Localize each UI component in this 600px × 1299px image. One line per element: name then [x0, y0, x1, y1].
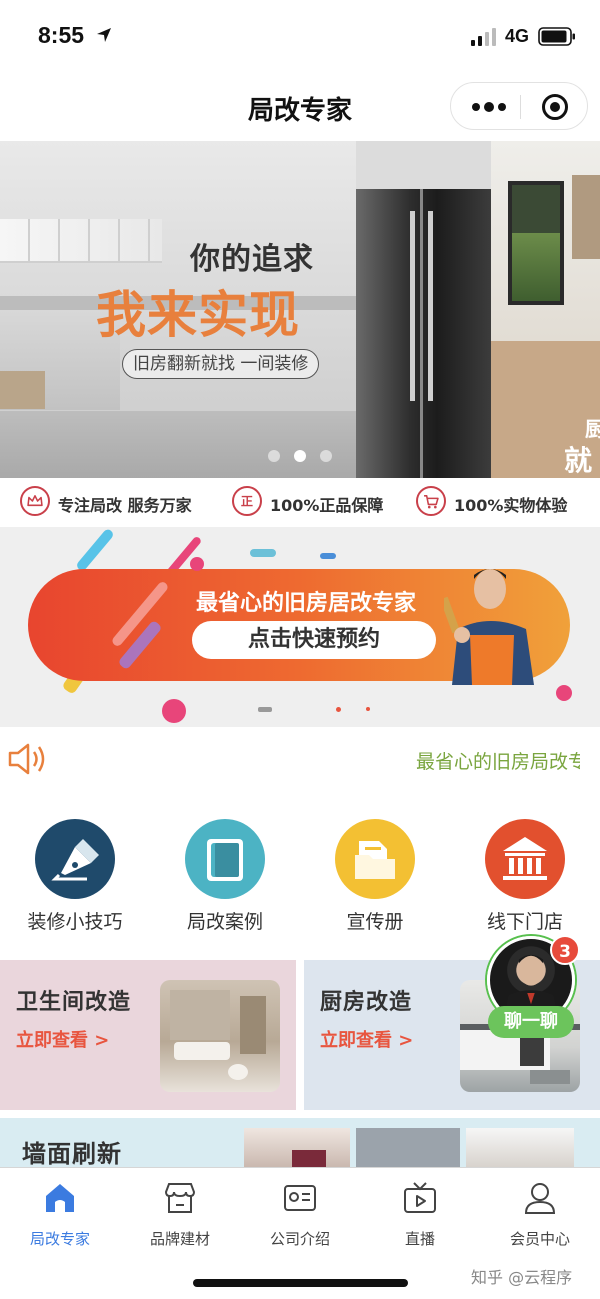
feature-label: 专注局改 服务万家 — [58, 496, 192, 515]
wall-refresh-card[interactable]: 墙面刷新 — [0, 1118, 600, 1168]
feature-item: 正 100%正品保障 — [232, 486, 402, 518]
carousel-indicator[interactable] — [258, 707, 272, 712]
tab-live[interactable]: 直播 — [360, 1178, 480, 1248]
feature-label: 100%实物体验 — [454, 496, 568, 515]
close-target-icon[interactable] — [541, 93, 569, 121]
decor-stripe — [75, 527, 115, 573]
more-icon[interactable] — [469, 97, 509, 117]
next-slide-text: 厨 — [585, 417, 600, 441]
folder-icon — [335, 819, 415, 899]
tab-label: 公司介绍 — [269, 1230, 330, 1248]
window-greenery — [512, 233, 560, 301]
promo-banner[interactable]: 最省心的旧房居改专家 点击快速预约 — [0, 527, 600, 727]
bathroom-photo — [160, 980, 280, 1092]
watermark: 知乎 @云程序 — [471, 1268, 573, 1287]
quick-link-brochure[interactable]: 宣传册 — [300, 819, 450, 939]
wall-photo — [356, 1128, 460, 1168]
cart-icon — [416, 486, 446, 516]
pen-icon — [35, 819, 115, 899]
carousel-indicator[interactable] — [366, 707, 370, 711]
tv-icon — [404, 1182, 436, 1213]
bank-icon — [485, 819, 565, 899]
nav-bar: 局改专家 — [0, 72, 600, 140]
signal-icon — [471, 28, 496, 46]
speaker-icon — [8, 743, 45, 775]
notebook-icon — [185, 819, 265, 899]
carousel-dot-active[interactable] — [294, 450, 306, 462]
fridge-photo — [356, 189, 491, 478]
capsule-divider — [520, 95, 521, 119]
right-cabinet — [572, 175, 600, 259]
bathroom-renovation-card[interactable]: 卫生间改造 立即查看 > — [0, 960, 296, 1110]
fridge-handle — [428, 211, 433, 401]
quick-links: 装修小技巧 局改案例 宣传册 线下门店 — [0, 793, 600, 958]
home-indicator — [193, 1279, 408, 1287]
tab-member[interactable]: 会员中心 — [480, 1178, 600, 1248]
quick-link-label: 宣传册 — [346, 911, 404, 933]
quick-link-label: 装修小技巧 — [27, 911, 123, 933]
quick-link-label: 线下门店 — [486, 911, 563, 933]
location-arrow-icon — [97, 28, 111, 42]
network-type: 4G — [505, 26, 530, 46]
user-icon — [524, 1183, 556, 1214]
crown-icon — [20, 486, 50, 516]
status-time: 8:55 — [38, 22, 85, 48]
decor-bubble — [190, 557, 204, 571]
tab-label: 局改专家 — [29, 1230, 90, 1248]
decor-stripe — [320, 553, 336, 559]
floor — [0, 411, 356, 478]
promo-title: 最省心的旧房居改专家 — [196, 591, 417, 616]
carousel-dot[interactable] — [320, 450, 332, 462]
status-bar: 8:55 4G — [0, 0, 600, 72]
hero-banner[interactable]: 你的追求 我来实现 旧房翻新就找 一间装修 厨 就 — [0, 141, 600, 478]
view-now-link[interactable]: 立即查看 > — [16, 1026, 109, 1052]
quick-link-cases[interactable]: 局改案例 — [150, 819, 300, 939]
home-icon — [46, 1184, 74, 1212]
mini-program-capsule — [450, 82, 588, 130]
card-title: 卫生间改造 — [16, 990, 132, 1015]
hero-title-line2: 我来实现 — [96, 285, 300, 344]
id-card-icon — [284, 1185, 316, 1211]
store-icon — [164, 1183, 196, 1213]
next-slide-text: 就 — [564, 444, 593, 477]
feature-label: 100%正品保障 — [270, 496, 384, 515]
wall-photo — [244, 1128, 350, 1168]
battery-icon — [538, 27, 575, 46]
tab-home[interactable]: 局改专家 — [0, 1178, 120, 1248]
wood-cabinet — [0, 371, 45, 409]
announcement-bar[interactable]: 最省心的旧房局改专家 — [0, 727, 600, 793]
card-title: 厨房改造 — [320, 990, 413, 1015]
wall-photo — [466, 1128, 574, 1168]
card-title: 墙面刷新 — [22, 1140, 122, 1168]
chat-button[interactable]: 聊一聊 — [488, 1006, 574, 1038]
worker-illustration — [444, 569, 534, 685]
tab-brands[interactable]: 品牌建材 — [120, 1178, 240, 1248]
quick-link-stores[interactable]: 线下门店 — [450, 819, 600, 939]
decor-bubble — [162, 699, 186, 723]
features-strip: 专注局改 服务万家 正 100%正品保障 100%实物体验 — [0, 478, 600, 526]
tab-about[interactable]: 公司介绍 — [240, 1178, 360, 1248]
tab-label: 品牌建材 — [149, 1230, 210, 1248]
feature-item: 专注局改 服务万家 — [20, 486, 220, 518]
tab-label: 会员中心 — [509, 1230, 570, 1248]
announcement-text: 最省心的旧房局改专家 — [416, 751, 580, 773]
unread-badge: 3 — [550, 935, 580, 965]
upper-cabinets-grid — [0, 219, 162, 263]
carousel-dot[interactable] — [268, 450, 280, 462]
fridge-handle — [410, 211, 415, 401]
quick-link-label: 局改案例 — [186, 911, 263, 933]
decor-stripe — [250, 549, 276, 557]
fridge-door-gap — [420, 189, 423, 478]
book-now-button[interactable]: 点击快速预约 — [192, 621, 436, 659]
quick-link-tips[interactable]: 装修小技巧 — [0, 819, 150, 939]
hero-subtitle: 旧房翻新就找 一间装修 — [122, 349, 320, 379]
hero-title-line1: 你的追求 — [190, 242, 314, 277]
decor-bubble — [556, 685, 572, 701]
svg-text:正: 正 — [241, 494, 253, 508]
genuine-icon: 正 — [232, 486, 262, 516]
tab-label: 直播 — [404, 1230, 435, 1248]
carousel-indicator[interactable] — [336, 707, 341, 712]
view-now-link[interactable]: 立即查看 > — [320, 1026, 413, 1052]
feature-item: 100%实物体验 — [416, 486, 586, 518]
